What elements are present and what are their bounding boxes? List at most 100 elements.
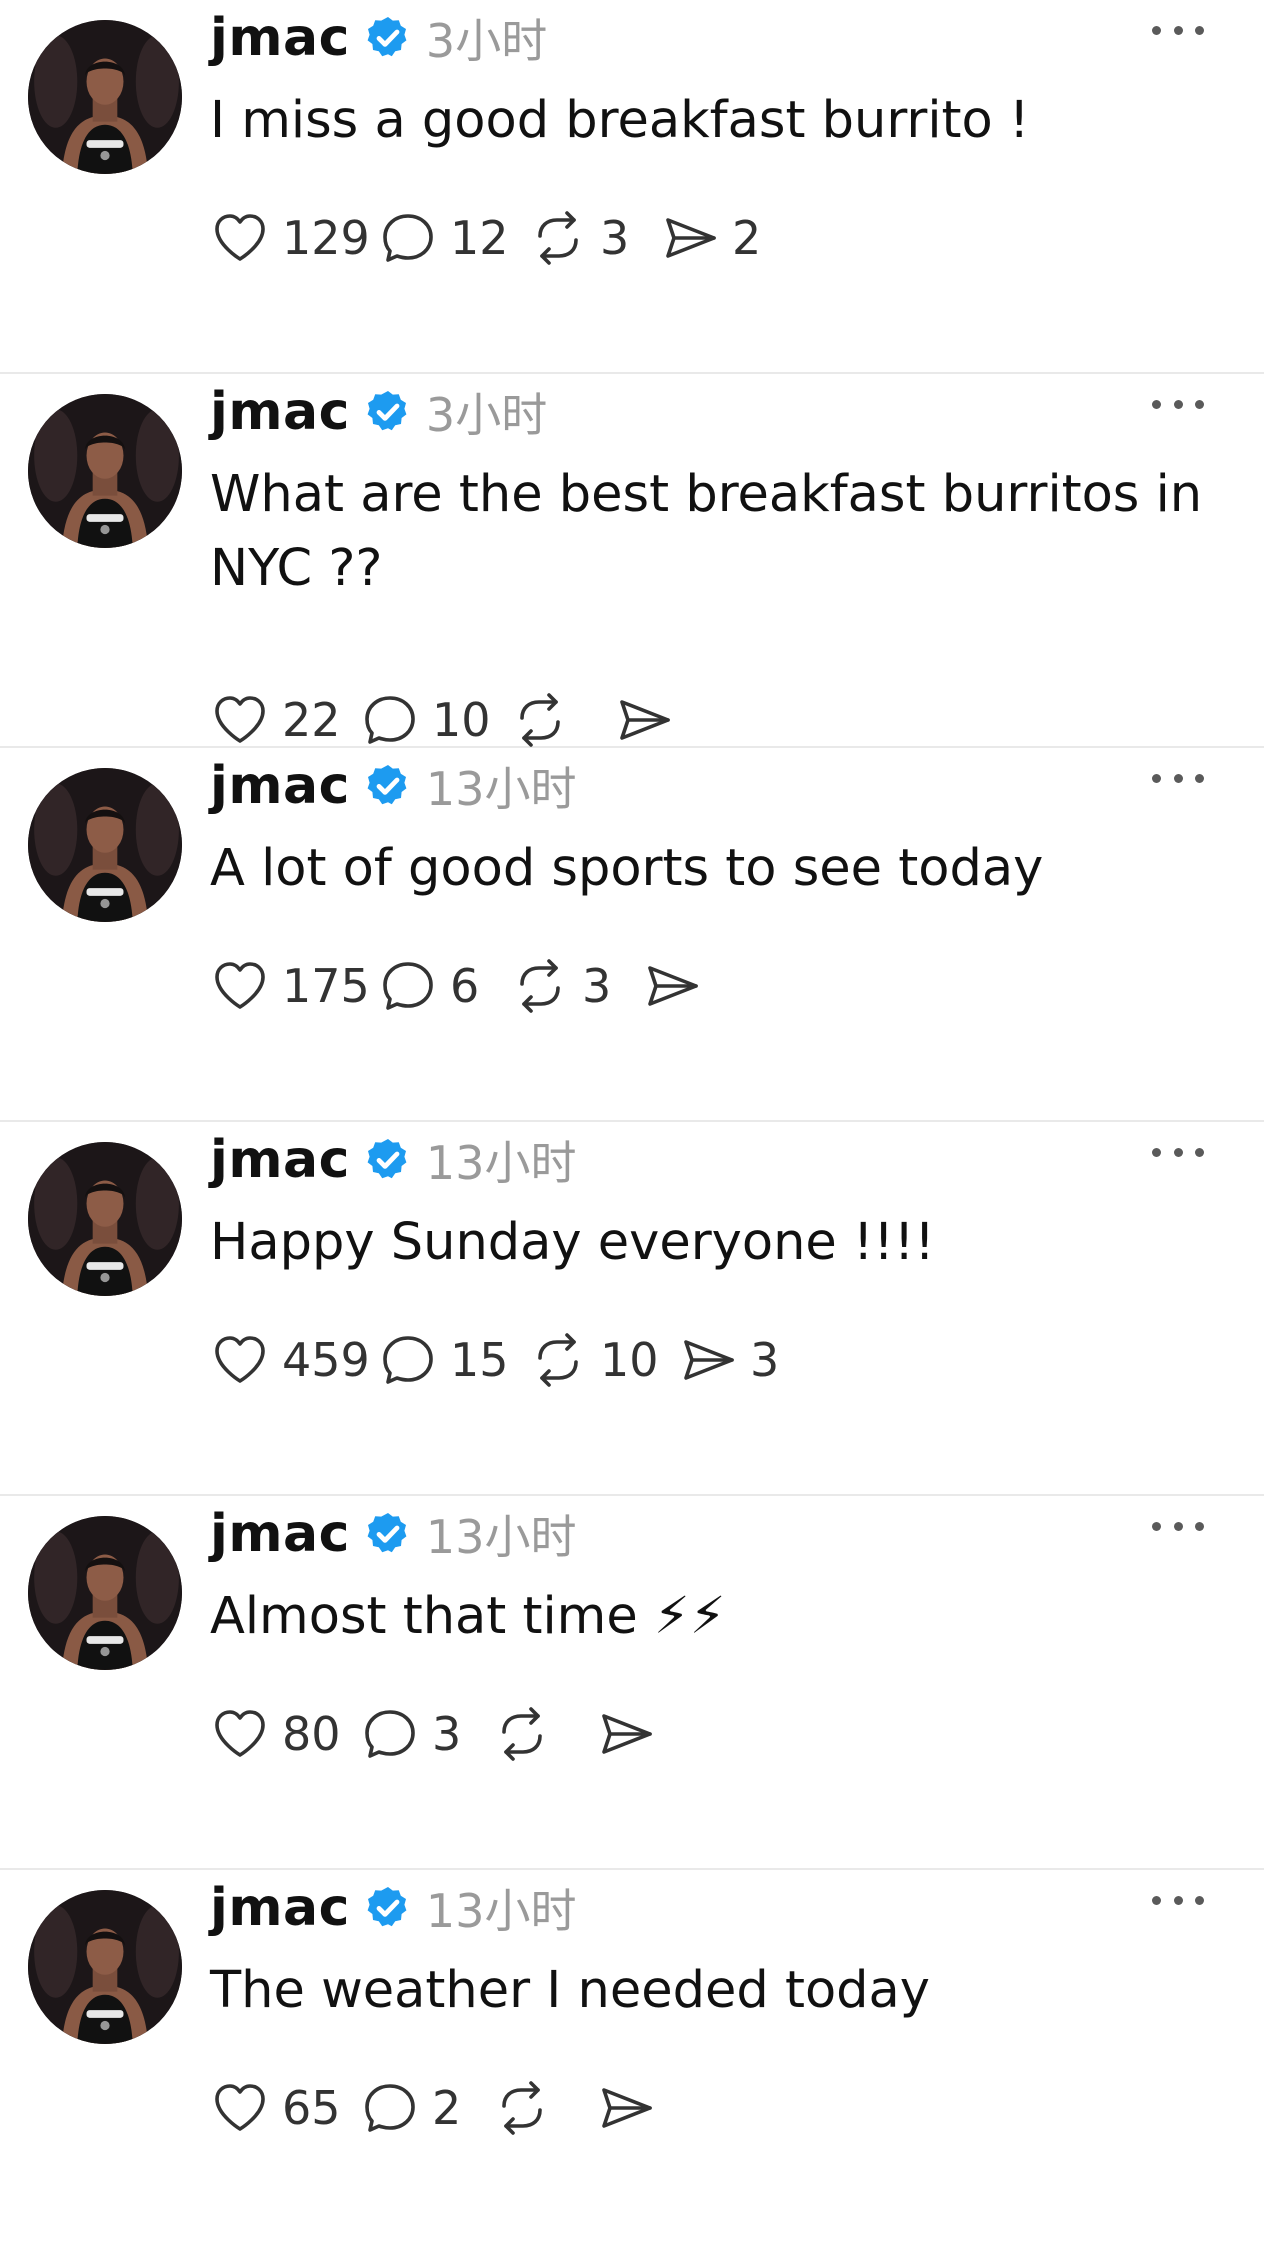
more-options-button[interactable] xyxy=(1152,1890,1204,1910)
post-4[interactable]: jmac 13小时 Happy Sunday everyone !!!! 459 xyxy=(0,1122,1264,1496)
avatar[interactable] xyxy=(28,394,182,548)
more-dot xyxy=(1195,399,1204,409)
like-count: 129 xyxy=(282,211,370,265)
post-actions: 80 3 xyxy=(208,1699,668,1769)
more-options-button[interactable] xyxy=(1152,20,1204,40)
share-button[interactable] xyxy=(640,951,714,1021)
repost-arrows-icon xyxy=(490,1702,554,1766)
like-button[interactable]: 22 xyxy=(208,685,358,755)
post-timestamp: 3小时 xyxy=(425,388,548,442)
share-button[interactable] xyxy=(594,2073,668,2143)
post-timestamp: 13小时 xyxy=(425,1884,577,1938)
comment-bubble-icon xyxy=(376,1328,440,1392)
repost-arrows-icon xyxy=(508,954,572,1018)
post-text: The weather I needed today xyxy=(210,1961,930,2020)
heart-icon xyxy=(208,2076,272,2140)
heart-icon xyxy=(208,1702,272,1766)
send-paper-plane-icon xyxy=(658,206,722,270)
feed: jmac 3小时 I miss a good breakfast burrito… xyxy=(0,0,1264,2218)
more-options-button[interactable] xyxy=(1152,768,1204,788)
like-button[interactable]: 65 xyxy=(208,2073,358,2143)
more-dot xyxy=(1195,1147,1204,1157)
post-6[interactable]: jmac 13小时 The weather I needed today 65 xyxy=(0,1870,1264,2244)
more-dot xyxy=(1152,25,1161,35)
post-actions: 22 10 xyxy=(208,685,686,755)
reply-button[interactable]: 2 xyxy=(358,2073,490,2143)
post-2[interactable]: jmac 3小时 What are the best breakfast bur… xyxy=(0,374,1264,748)
verified-badge-icon xyxy=(364,14,412,62)
avatar-image xyxy=(28,768,182,922)
verified-badge-icon xyxy=(364,762,412,810)
post-1[interactable]: jmac 3小时 I miss a good breakfast burrito… xyxy=(0,0,1264,374)
username[interactable]: jmac xyxy=(210,1878,350,1938)
post-header: jmac 13小时 xyxy=(210,1504,576,1564)
more-dot xyxy=(1173,1147,1183,1157)
comment-bubble-icon xyxy=(358,688,422,752)
share-button[interactable]: 2 xyxy=(658,203,761,273)
repost-count: 10 xyxy=(600,1333,659,1387)
avatar[interactable] xyxy=(28,1516,182,1670)
like-count: 65 xyxy=(282,2081,341,2135)
like-count: 459 xyxy=(282,1333,370,1387)
like-button[interactable]: 459 xyxy=(208,1325,376,1395)
username[interactable]: jmac xyxy=(210,1130,350,1190)
share-button[interactable] xyxy=(612,685,686,755)
post-timestamp: 13小时 xyxy=(425,1136,577,1190)
post-header: jmac 13小时 xyxy=(210,1130,576,1190)
post-actions: 175 6 3 xyxy=(208,951,714,1021)
reply-button[interactable]: 12 xyxy=(376,203,526,273)
share-button[interactable] xyxy=(594,1699,668,1769)
repost-button[interactable]: 10 xyxy=(526,1325,676,1395)
repost-count: 3 xyxy=(582,959,612,1013)
username[interactable]: jmac xyxy=(210,1504,350,1564)
repost-button[interactable] xyxy=(490,1699,594,1769)
avatar[interactable] xyxy=(28,1890,182,2044)
post-text: A lot of good sports to see today xyxy=(210,839,1044,898)
more-options-button[interactable] xyxy=(1152,1516,1204,1536)
like-button[interactable]: 175 xyxy=(208,951,376,1021)
like-count: 80 xyxy=(282,1707,341,1761)
more-options-button[interactable] xyxy=(1152,394,1204,414)
repost-button[interactable]: 3 xyxy=(508,951,640,1021)
verified-badge-icon xyxy=(364,1136,412,1184)
avatar-image xyxy=(28,1890,182,2044)
more-dot xyxy=(1152,1521,1161,1531)
like-button[interactable]: 80 xyxy=(208,1699,358,1769)
post-actions: 459 15 10 3 xyxy=(208,1325,779,1395)
more-dot xyxy=(1195,1895,1204,1905)
username[interactable]: jmac xyxy=(210,382,350,442)
like-button[interactable]: 129 xyxy=(208,203,376,273)
reply-button[interactable]: 3 xyxy=(358,1699,490,1769)
share-count: 3 xyxy=(750,1333,780,1387)
comment-bubble-icon xyxy=(358,1702,422,1766)
post-actions: 65 2 xyxy=(208,2073,668,2143)
repost-button[interactable]: 3 xyxy=(526,203,658,273)
username[interactable]: jmac xyxy=(210,8,350,68)
reply-button[interactable]: 6 xyxy=(376,951,508,1021)
post-text: What are the best breakfast burritos in … xyxy=(210,465,1203,598)
more-dot xyxy=(1173,25,1183,35)
more-options-button[interactable] xyxy=(1152,1142,1204,1162)
more-dot xyxy=(1152,773,1161,783)
post-5[interactable]: jmac 13小时 Almost that time ⚡⚡ 80 3 xyxy=(0,1496,1264,1870)
more-dot xyxy=(1195,25,1204,35)
avatar[interactable] xyxy=(28,1142,182,1296)
reply-count: 6 xyxy=(450,959,480,1013)
reply-button[interactable]: 10 xyxy=(358,685,508,755)
verified-badge-icon xyxy=(364,388,412,436)
post-3[interactable]: jmac 13小时 A lot of good sports to see to… xyxy=(0,748,1264,1122)
avatar[interactable] xyxy=(28,20,182,174)
post-text: Almost that time ⚡⚡ xyxy=(210,1587,726,1646)
reply-count: 12 xyxy=(450,211,509,265)
repost-button[interactable] xyxy=(508,685,612,755)
share-button[interactable]: 3 xyxy=(676,1325,779,1395)
repost-arrows-icon xyxy=(526,206,590,270)
username[interactable]: jmac xyxy=(210,756,350,816)
avatar[interactable] xyxy=(28,768,182,922)
post-header: jmac 3小时 xyxy=(210,8,547,68)
more-dot xyxy=(1173,1895,1183,1905)
post-header: jmac 13小时 xyxy=(210,1878,576,1938)
reply-button[interactable]: 15 xyxy=(376,1325,526,1395)
post-actions: 129 12 3 2 xyxy=(208,203,761,273)
repost-button[interactable] xyxy=(490,2073,594,2143)
